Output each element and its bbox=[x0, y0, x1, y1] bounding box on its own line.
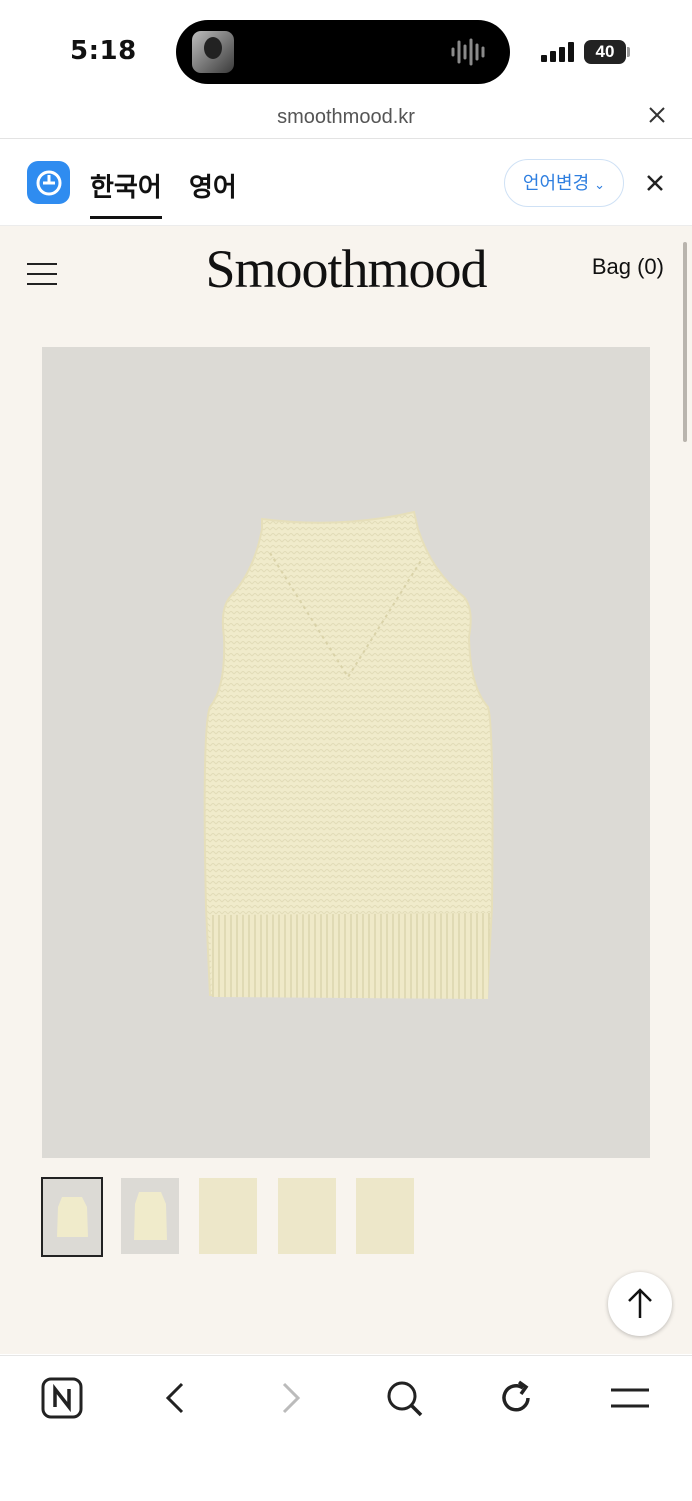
change-language-button[interactable]: 언어변경 ⌄ bbox=[504, 159, 624, 207]
naver-n-icon[interactable] bbox=[40, 1376, 84, 1420]
site-page: Smoothmood Bag (0) bbox=[0, 226, 692, 1354]
close-translation-icon[interactable] bbox=[646, 174, 664, 192]
audio-wave-icon bbox=[451, 38, 485, 66]
battery-indicator: 40 bbox=[584, 40, 626, 64]
dynamic-island bbox=[176, 20, 510, 84]
scroll-to-top-button[interactable] bbox=[608, 1272, 672, 1336]
url-text[interactable]: smoothmood.kr bbox=[0, 106, 692, 129]
thumbnail-4[interactable] bbox=[278, 1178, 336, 1254]
browser-toolbar bbox=[0, 1355, 692, 1501]
change-language-label: 언어변경 bbox=[522, 173, 590, 193]
status-bar: 5:18 40 bbox=[0, 0, 692, 100]
papago-logo-icon bbox=[27, 161, 70, 204]
thumbnail-2[interactable] bbox=[121, 1178, 179, 1254]
product-main-image[interactable] bbox=[42, 347, 650, 1158]
bag-link[interactable]: Bag (0) bbox=[592, 254, 664, 280]
site-logo[interactable]: Smoothmood bbox=[0, 238, 692, 300]
scrollbar[interactable] bbox=[683, 242, 687, 442]
arrow-up-icon bbox=[628, 1288, 652, 1318]
battery-tip bbox=[627, 47, 630, 57]
chevron-down-icon: ⌄ bbox=[594, 177, 606, 192]
search-icon[interactable] bbox=[382, 1376, 426, 1420]
status-time: 5:18 bbox=[70, 36, 137, 66]
thumbnail-5[interactable] bbox=[356, 1178, 414, 1254]
knit-vest-image bbox=[203, 510, 494, 999]
thumbnail-3[interactable] bbox=[199, 1178, 257, 1254]
now-playing-avatar bbox=[192, 31, 234, 73]
back-icon[interactable] bbox=[154, 1376, 198, 1420]
url-bar: smoothmood.kr bbox=[0, 100, 692, 139]
cellular-signal-icon bbox=[541, 42, 574, 62]
reload-icon[interactable] bbox=[494, 1376, 538, 1420]
tab-english[interactable]: 영어 bbox=[189, 167, 237, 204]
thumbnail-1[interactable] bbox=[41, 1177, 103, 1257]
forward-icon bbox=[282, 1382, 301, 1414]
tab-korean[interactable]: 한국어 bbox=[90, 167, 162, 219]
menu-icon[interactable] bbox=[608, 1376, 652, 1420]
translation-bar: 한국어 영어 언어변경 ⌄ bbox=[0, 139, 692, 226]
close-icon[interactable] bbox=[648, 106, 666, 124]
